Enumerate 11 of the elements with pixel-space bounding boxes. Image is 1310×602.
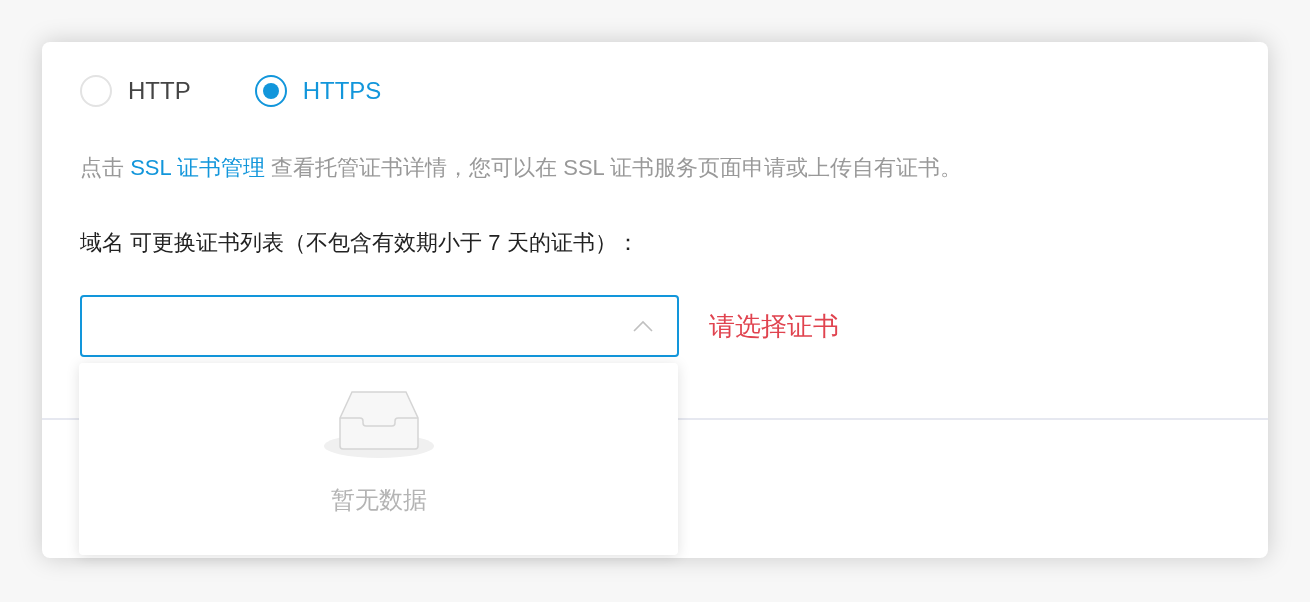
field-label: 域名 可更换证书列表（不包含有效期小于 7 天的证书）：	[80, 229, 640, 257]
description-text: 点击 SSL 证书管理 查看托管证书详情，您可以在 SSL 证书服务页面申请或上传自有证书。	[80, 154, 964, 182]
ssl-certificate-link[interactable]: SSL 证书管理	[130, 155, 265, 180]
empty-text: 暂无数据	[330, 485, 427, 515]
radio-button[interactable]	[254, 75, 287, 107]
radio-label[interactable]: HTTPS	[302, 73, 382, 109]
caret-icon	[633, 320, 653, 332]
radio-label[interactable]: HTTP	[128, 73, 191, 109]
error-message: 请选择证书	[709, 309, 839, 343]
certificate-select[interactable]	[80, 295, 679, 357]
empty-inbox-icon	[323, 388, 434, 458]
